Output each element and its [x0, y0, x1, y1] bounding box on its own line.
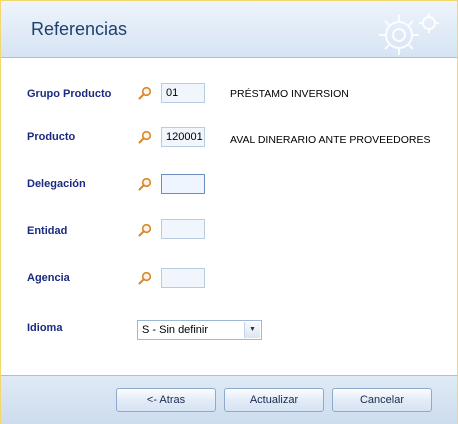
gear-icon — [379, 13, 439, 55]
magnifier-icon[interactable] — [138, 271, 152, 285]
form-content: Grupo Producto 01 PRÉSTAMO INVERSION Pro… — [1, 58, 457, 374]
magnifier-icon[interactable] — [138, 177, 152, 191]
grupo-producto-description: PRÉSTAMO INVERSION — [230, 88, 349, 100]
update-button[interactable]: Actualizar — [224, 388, 324, 412]
producto-description: AVAL DINERARIO ANTE PROVEEDORES — [230, 134, 431, 146]
cancel-button[interactable]: Cancelar — [332, 388, 432, 412]
references-window: Referencias Grupo Producto 01 PRÉSTAMO I… — [0, 0, 458, 424]
entidad-label: Entidad — [27, 225, 68, 237]
agencia-label: Agencia — [27, 272, 70, 284]
grupo-producto-label: Grupo Producto — [27, 88, 112, 100]
entidad-field[interactable] — [161, 219, 205, 239]
agencia-field[interactable] — [161, 268, 205, 288]
delegacion-label: Delegación — [27, 178, 86, 190]
grupo-producto-field[interactable]: 01 — [161, 83, 205, 103]
page-title: Referencias — [31, 19, 128, 39]
magnifier-icon[interactable] — [138, 130, 152, 144]
delegacion-field[interactable] — [161, 174, 205, 194]
idioma-label: Idioma — [27, 322, 63, 334]
back-button[interactable]: <- Atras — [116, 388, 216, 412]
magnifier-icon[interactable] — [138, 86, 152, 100]
magnifier-icon[interactable] — [138, 223, 152, 237]
chevron-down-icon[interactable]: ▼ — [244, 322, 260, 338]
producto-field[interactable]: 120001 — [161, 127, 205, 147]
footer: <- Atras Actualizar Cancelar — [1, 375, 457, 424]
header: Referencias — [1, 1, 457, 58]
producto-label: Producto — [27, 131, 76, 143]
idioma-selected-value: S - Sin definir — [142, 324, 209, 336]
idioma-select[interactable]: S - Sin definir ▼ — [137, 320, 262, 340]
